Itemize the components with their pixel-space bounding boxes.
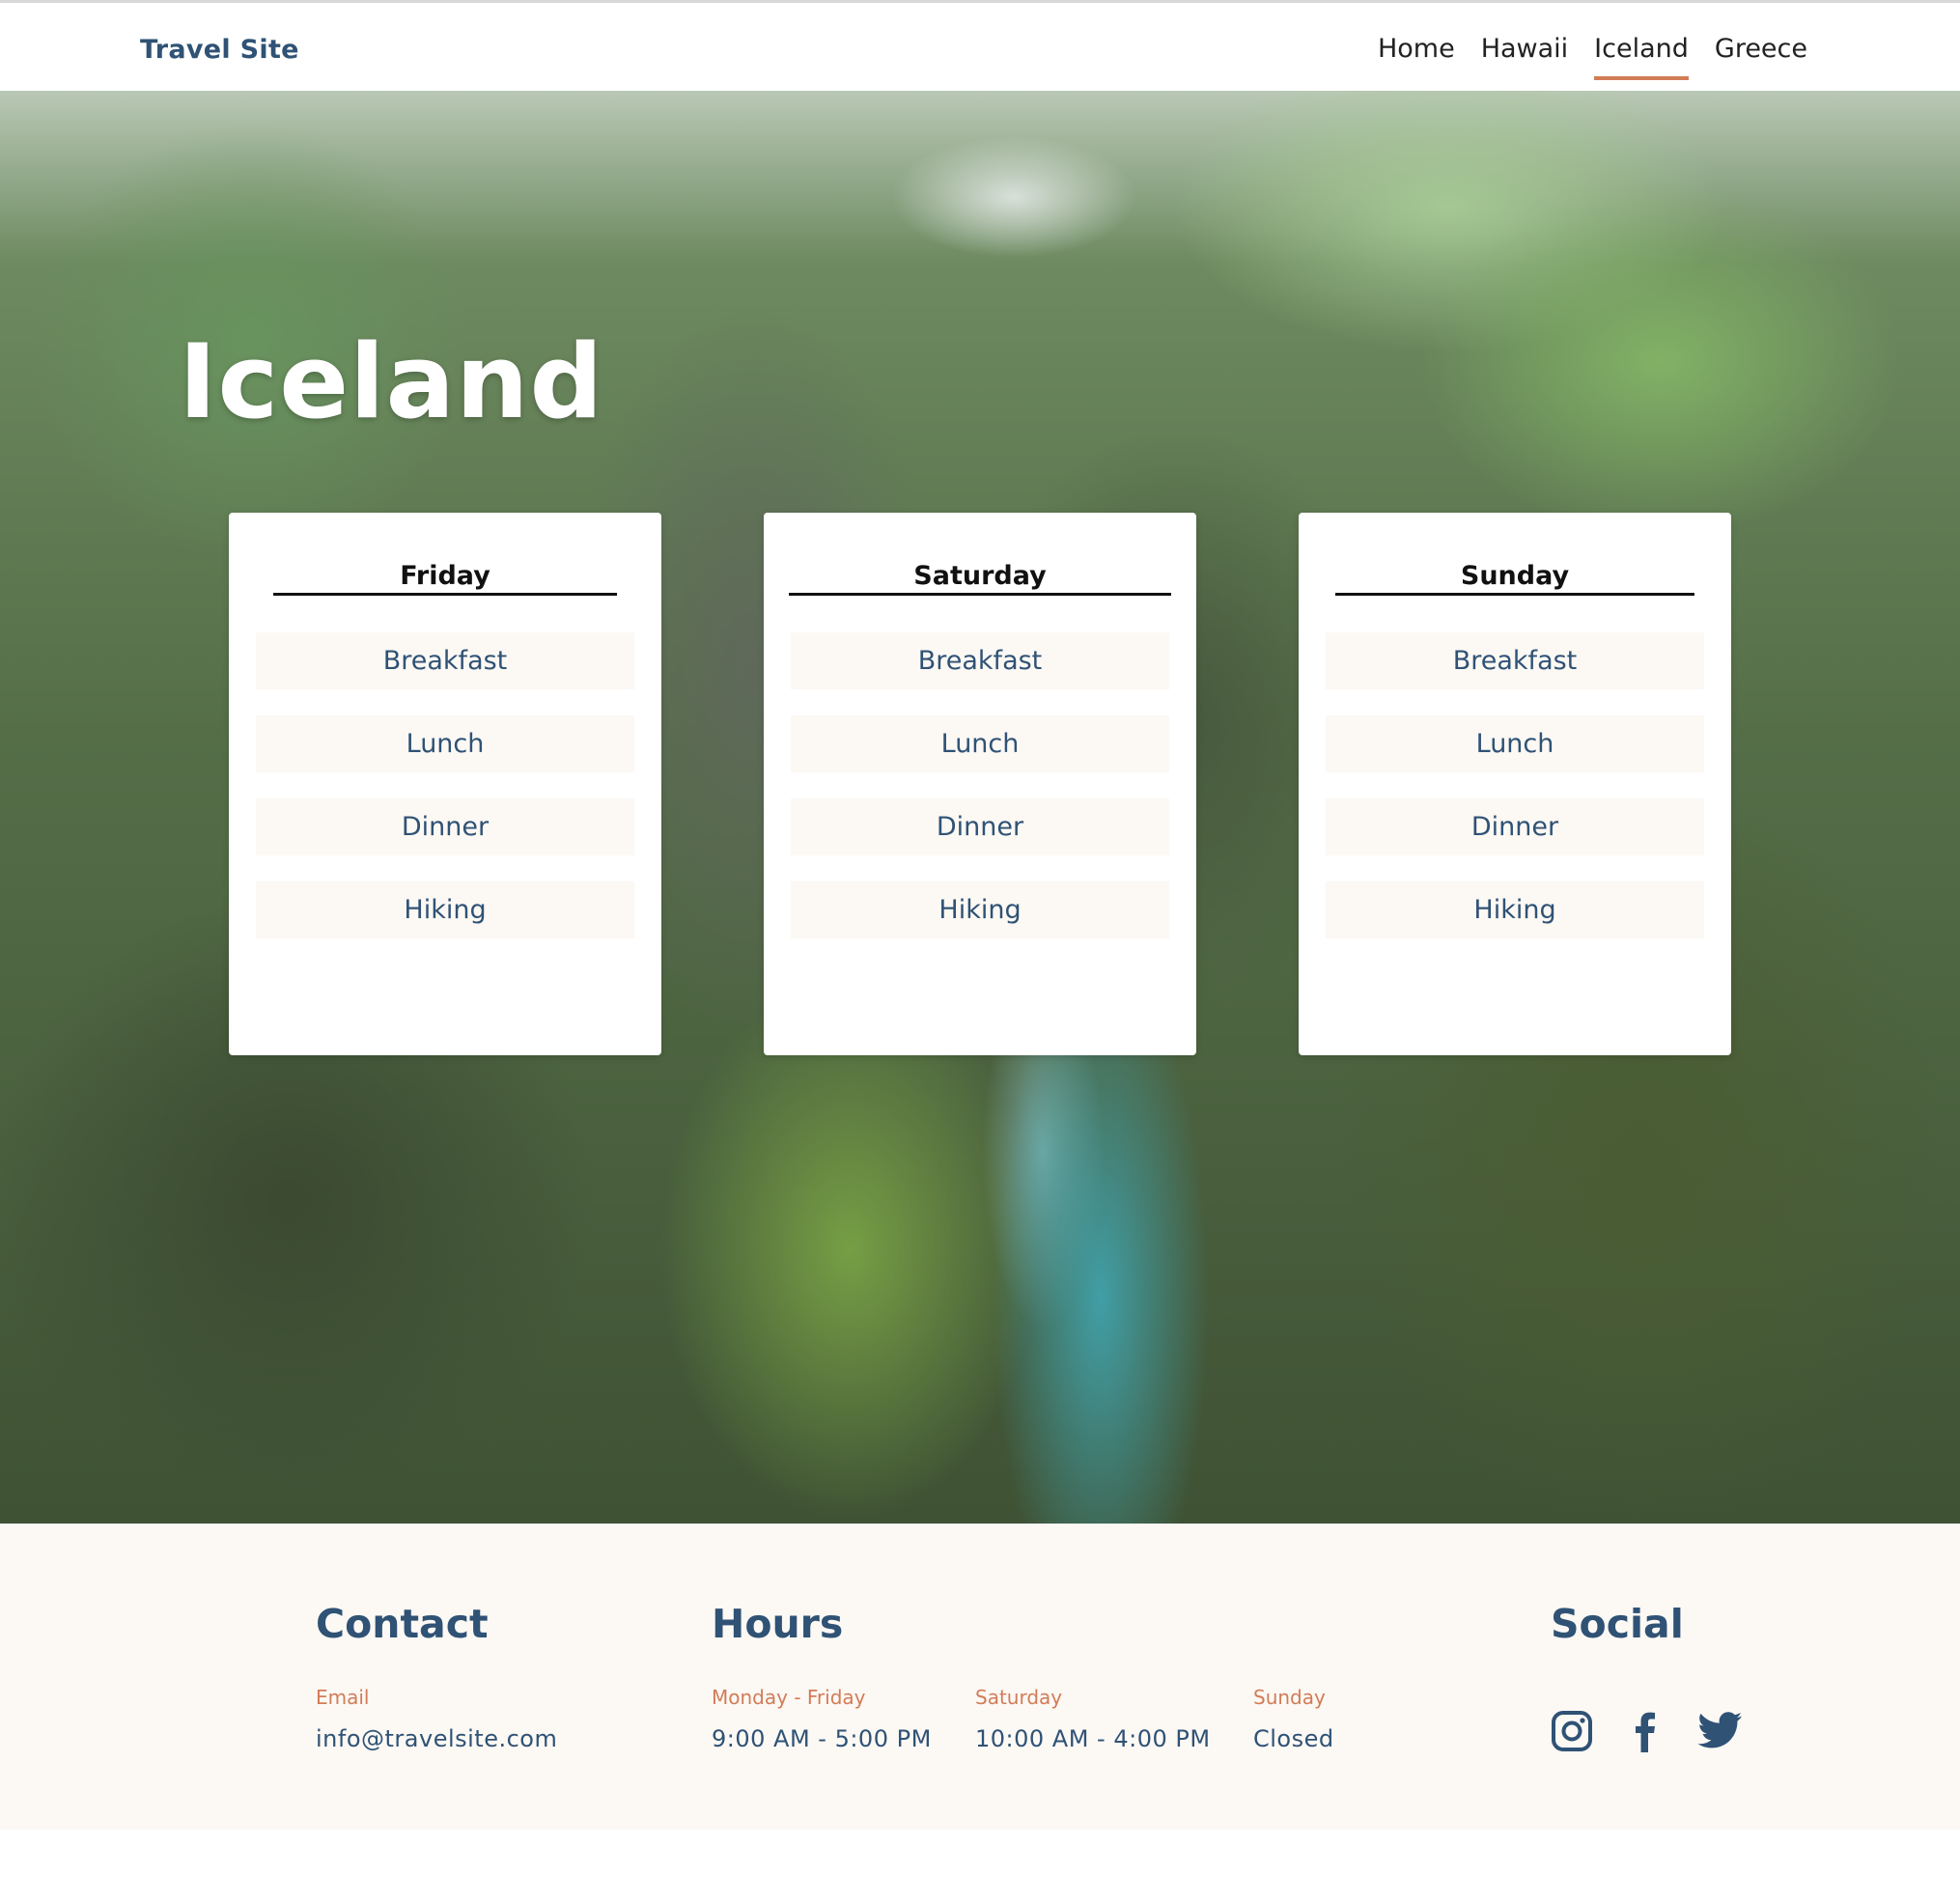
day-card-items: Breakfast Lunch Dinner Hiking	[1326, 632, 1704, 938]
activity-item[interactable]: Lunch	[256, 715, 634, 772]
site-header: Travel Site Home Hawaii Iceland Greece	[0, 3, 1960, 91]
contact-heading: Contact	[316, 1601, 489, 1647]
page-title: Iceland	[179, 322, 604, 441]
nav-link-iceland[interactable]: Iceland	[1594, 32, 1689, 80]
hours-value-saturday: 10:00 AM - 4:00 PM	[975, 1725, 1211, 1752]
day-card-title: Sunday	[1335, 561, 1694, 596]
hours-heading: Hours	[712, 1601, 844, 1647]
main-nav: Home Hawaii Iceland Greece	[1378, 32, 1807, 80]
day-card-title: Friday	[273, 561, 617, 596]
activity-item[interactable]: Breakfast	[1326, 632, 1704, 689]
facebook-icon[interactable]	[1624, 1710, 1666, 1752]
hero-section: Iceland Friday Breakfast Lunch Dinner Hi…	[0, 91, 1960, 1524]
hours-value-sunday: Closed	[1253, 1725, 1334, 1752]
twitter-icon[interactable]	[1697, 1710, 1742, 1752]
activity-item[interactable]: Hiking	[1326, 881, 1704, 938]
activity-item[interactable]: Dinner	[256, 798, 634, 855]
day-card-saturday: Saturday Breakfast Lunch Dinner Hiking	[764, 513, 1196, 1055]
day-card-sunday: Sunday Breakfast Lunch Dinner Hiking	[1299, 513, 1731, 1055]
day-card-friday: Friday Breakfast Lunch Dinner Hiking	[229, 513, 661, 1055]
activity-item[interactable]: Lunch	[1326, 715, 1704, 772]
nav-link-hawaii[interactable]: Hawaii	[1481, 32, 1568, 80]
day-card-title: Saturday	[789, 561, 1171, 596]
social-heading: Social	[1551, 1601, 1684, 1647]
activity-item[interactable]: Dinner	[1326, 798, 1704, 855]
itinerary-cards: Friday Breakfast Lunch Dinner Hiking Sat…	[229, 513, 1731, 1055]
hours-value-weekdays: 9:00 AM - 5:00 PM	[712, 1725, 932, 1752]
instagram-icon[interactable]	[1551, 1710, 1593, 1752]
activity-item[interactable]: Hiking	[791, 881, 1169, 938]
site-logo[interactable]: Travel Site	[140, 35, 299, 65]
nav-link-greece[interactable]: Greece	[1715, 32, 1807, 80]
activity-item[interactable]: Breakfast	[791, 632, 1169, 689]
nav-link-home[interactable]: Home	[1378, 32, 1455, 80]
activity-item[interactable]: Dinner	[791, 798, 1169, 855]
social-links	[1551, 1710, 1742, 1752]
hours-label-weekdays: Monday - Friday	[712, 1686, 866, 1709]
email-link[interactable]: info@travelsite.com	[316, 1725, 557, 1752]
day-card-items: Breakfast Lunch Dinner Hiking	[791, 632, 1169, 938]
activity-item[interactable]: Lunch	[791, 715, 1169, 772]
hours-label-sunday: Sunday	[1253, 1686, 1326, 1709]
hours-label-saturday: Saturday	[975, 1686, 1063, 1709]
site-footer: Contact Email info@travelsite.com Hours …	[0, 1524, 1960, 1830]
activity-item[interactable]: Hiking	[256, 881, 634, 938]
day-card-items: Breakfast Lunch Dinner Hiking	[256, 632, 634, 938]
activity-item[interactable]: Breakfast	[256, 632, 634, 689]
email-label: Email	[316, 1686, 370, 1709]
